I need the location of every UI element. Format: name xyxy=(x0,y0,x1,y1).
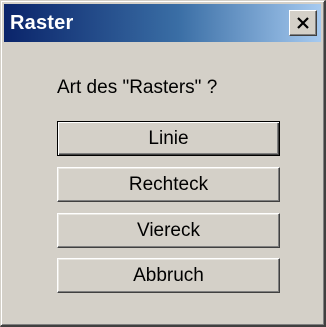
close-icon xyxy=(296,17,310,29)
rechteck-button[interactable]: Rechteck xyxy=(57,167,280,202)
window-title: Raster xyxy=(10,11,74,34)
linie-button[interactable]: Linie xyxy=(57,121,280,156)
prompt-question: Art des "Rasters" ? xyxy=(57,77,218,98)
abbruch-button[interactable]: Abbruch xyxy=(57,258,280,293)
raster-dialog: Raster Art des "Rasters" ? Linie Rechtec… xyxy=(0,0,326,327)
title-bar[interactable]: Raster xyxy=(4,4,321,42)
close-button[interactable] xyxy=(289,10,317,36)
viereck-button[interactable]: Viereck xyxy=(57,213,280,248)
